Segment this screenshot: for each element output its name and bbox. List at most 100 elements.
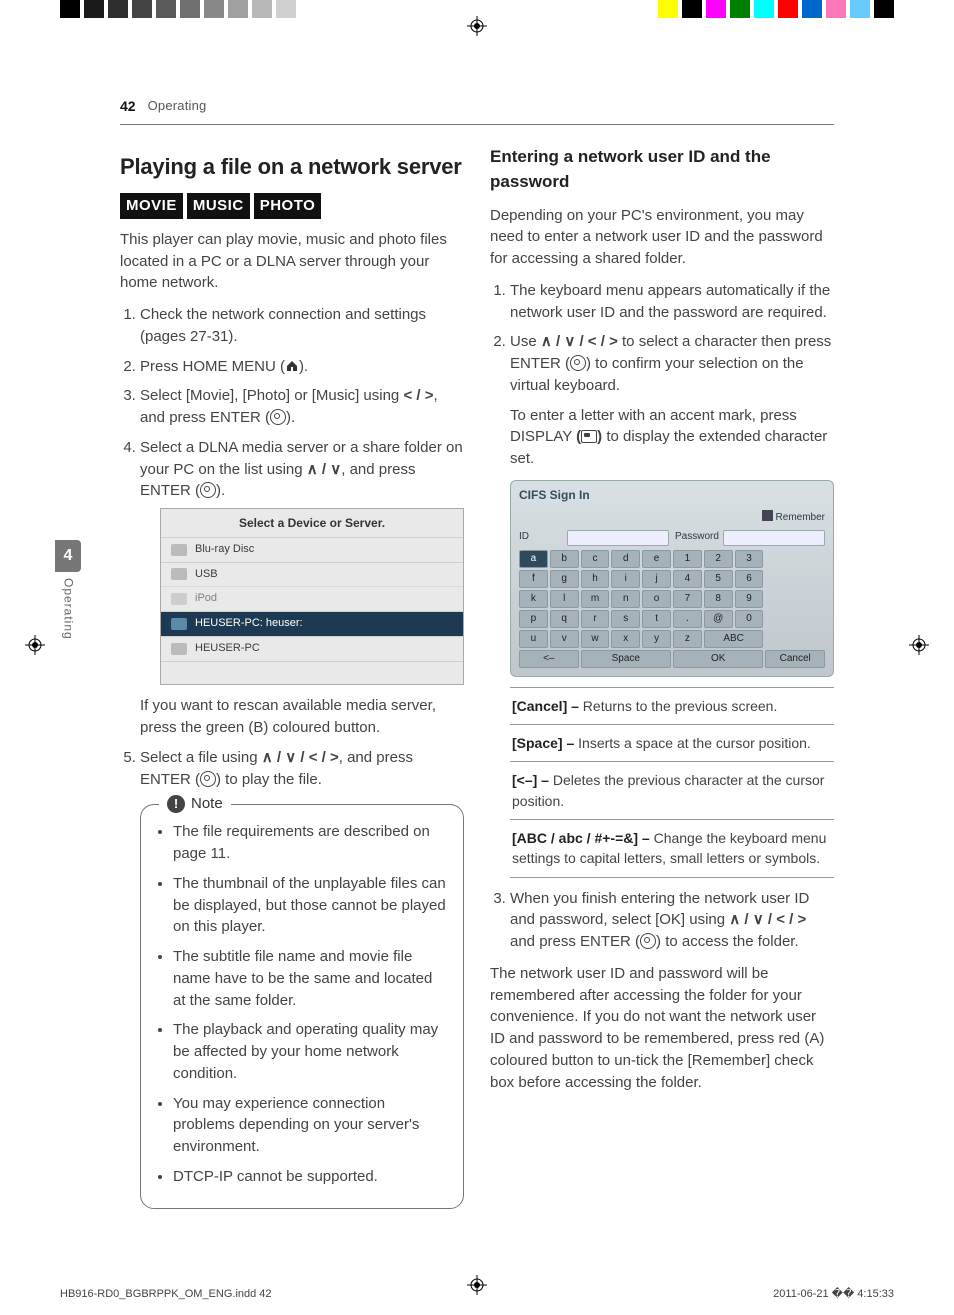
key-back: <– <box>519 650 579 668</box>
login-steps: The keyboard menu appears automatically … <box>490 280 834 953</box>
device-list-title: Select a Device or Server. <box>161 509 463 536</box>
key: 1 <box>673 550 702 568</box>
login-outro: The network user ID and password will be… <box>490 963 834 1094</box>
key: n <box>611 590 640 608</box>
badge-movie: MOVIE <box>120 193 183 219</box>
heading-network-login: Entering a network user ID and the passw… <box>490 145 834 194</box>
cmyk-bars <box>658 0 894 18</box>
list-item <box>161 661 463 684</box>
pc-icon <box>171 618 187 630</box>
key-abc: ABC <box>704 630 764 648</box>
badge-music: MUSIC <box>187 193 250 219</box>
key: @ <box>704 610 733 628</box>
key: v <box>550 630 579 648</box>
key-space: Space <box>581 650 671 668</box>
login-step-2: Use ∧ / ∨ / < / > to select a character … <box>510 331 834 877</box>
key-ok: OK <box>673 650 763 668</box>
key: 0 <box>735 610 764 628</box>
display-icon <box>581 430 597 443</box>
login-step-3: When you finish entering the network use… <box>510 888 834 953</box>
list-item: iPod <box>161 586 463 611</box>
registration-mark-icon <box>909 635 929 655</box>
key: s <box>611 610 640 628</box>
key: x <box>611 630 640 648</box>
key: e <box>642 550 671 568</box>
steps-list: Check the network connection and setting… <box>120 304 464 790</box>
key: . <box>673 610 702 628</box>
step-3: Select [Movie], [Photo] or [Music] using… <box>140 385 464 429</box>
cifs-signin-screenshot: CIFS Sign In Remember IDPassword abcde12… <box>510 480 834 677</box>
page-number: 42 <box>120 96 136 116</box>
key: a <box>519 550 548 568</box>
key: l <box>550 590 579 608</box>
password-field <box>723 530 825 546</box>
cifs-title: CIFS Sign In <box>519 487 825 504</box>
note-item: You may experience connection problems d… <box>173 1093 449 1158</box>
def-cancel: [Cancel] – Returns to the previous scree… <box>510 687 834 724</box>
disc-icon <box>171 544 187 556</box>
footer-date: 2011-06-21 �� 4:15:33 <box>773 1287 894 1303</box>
key: w <box>581 630 610 648</box>
section-name: Operating <box>148 97 207 116</box>
heading-play-network: Playing a file on a network server <box>120 151 464 183</box>
def-space: [Space] – Inserts a space at the cursor … <box>510 724 834 761</box>
key: 4 <box>673 570 702 588</box>
key: b <box>550 550 579 568</box>
key: 9 <box>735 590 764 608</box>
key: k <box>519 590 548 608</box>
remember-checkbox: Remember <box>519 510 825 526</box>
enter-icon <box>200 771 216 787</box>
note-box: ! Note The file requirements are describ… <box>140 804 464 1208</box>
key: p <box>519 610 548 628</box>
note-item: The playback and operating quality may b… <box>173 1019 449 1084</box>
media-badges: MOVIE MUSIC PHOTO <box>120 193 464 219</box>
list-item-selected: HEUSER-PC: heuser: <box>161 611 463 636</box>
key: 8 <box>704 590 733 608</box>
key: q <box>550 610 579 628</box>
def-backspace: [<–] – Deletes the previous character at… <box>510 761 834 819</box>
registration-mark-icon <box>25 635 45 655</box>
key: 7 <box>673 590 702 608</box>
key: t <box>642 610 671 628</box>
key: y <box>642 630 671 648</box>
virtual-keyboard: abcde123 fghij456 klmno789 pqrst.@0 uvwx… <box>519 550 825 668</box>
key-definitions: [Cancel] – Returns to the previous scree… <box>510 687 834 878</box>
key: 6 <box>735 570 764 588</box>
chapter-spine: 4 Operating <box>55 540 81 640</box>
password-label: Password <box>675 530 717 545</box>
key: 5 <box>704 570 733 588</box>
usb-icon <box>171 568 187 580</box>
key: j <box>642 570 671 588</box>
note-item: The thumbnail of the unplayable files ca… <box>173 873 449 938</box>
pc-icon <box>171 643 187 655</box>
step-2: Press HOME MENU (). <box>140 356 464 378</box>
list-item: HEUSER-PC <box>161 636 463 661</box>
login-step-1: The keyboard menu appears automatically … <box>510 280 834 324</box>
login-intro: Depending on your PC's environment, you … <box>490 205 834 270</box>
grayscale-bars <box>60 0 296 18</box>
key: g <box>550 570 579 588</box>
badge-photo: PHOTO <box>254 193 322 219</box>
enter-icon <box>270 409 286 425</box>
note-item: The subtitle file name and movie file na… <box>173 946 449 1011</box>
intro-text: This player can play movie, music and ph… <box>120 229 464 294</box>
key: 2 <box>704 550 733 568</box>
key: i <box>611 570 640 588</box>
header-rule <box>120 124 834 125</box>
home-icon <box>285 358 299 375</box>
step-5: Select a file using ∧ / ∨ / < / >, and p… <box>140 747 464 791</box>
def-abc: [ABC / abc / #+-=&] – Change the keyboar… <box>510 819 834 878</box>
key: 3 <box>735 550 764 568</box>
login-step-2b: To enter a letter with an accent mark, p… <box>510 405 834 470</box>
id-field <box>567 530 669 546</box>
enter-icon <box>570 355 586 371</box>
rescan-hint: If you want to rescan available media se… <box>140 695 464 739</box>
footer-file: HB916-RD0_BGBRPPK_OM_ENG.indd 42 <box>60 1287 272 1303</box>
step-4: Select a DLNA media server or a share fo… <box>140 437 464 739</box>
note-item: DTCP-IP cannot be supported. <box>173 1166 449 1188</box>
note-tab: ! Note <box>159 793 231 815</box>
enter-icon <box>640 933 656 949</box>
key: d <box>611 550 640 568</box>
key: o <box>642 590 671 608</box>
key-cancel: Cancel <box>765 650 825 668</box>
